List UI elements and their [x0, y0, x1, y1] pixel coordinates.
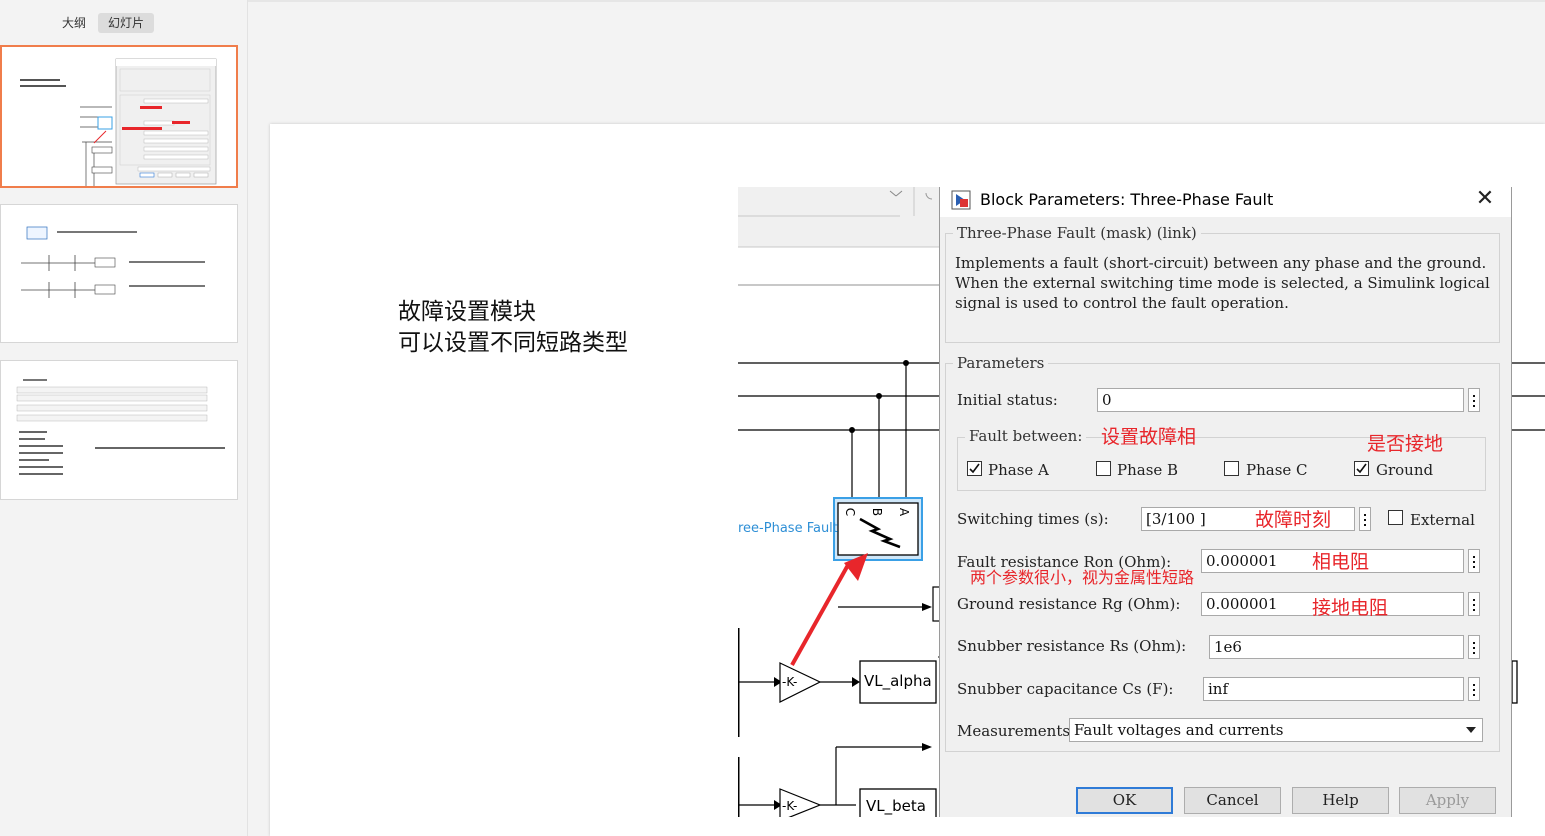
phase-b-checkbox[interactable]: [1096, 461, 1111, 476]
slide-thumbnail-2[interactable]: [0, 204, 238, 343]
ground-checkbox[interactable]: [1354, 461, 1369, 476]
gain-label-1: -K-: [782, 675, 798, 689]
parameters-legend: Parameters: [953, 354, 1049, 372]
phase-a-label: Phase A: [988, 461, 1049, 479]
cancel-button[interactable]: Cancel: [1184, 787, 1281, 814]
annotation-small-params: 两个参数很小，视为金属性短路: [970, 568, 1195, 587]
phase-b-label: Phase B: [1117, 461, 1179, 479]
vl-beta-label: VL_beta: [866, 797, 926, 815]
fault-block-label: ree-Phase Fault: [738, 521, 838, 536]
initial-status-input[interactable]: 0: [1097, 388, 1464, 412]
slide-thumbnail-3[interactable]: [0, 360, 238, 500]
initial-status-label: Initial status:: [957, 391, 1058, 409]
slide-text-line-2[interactable]: 可以设置不同短路类型: [398, 323, 628, 357]
annotation-phase-resistance: 相电阻: [1312, 551, 1370, 573]
gain-label-2: -K-: [782, 799, 798, 813]
measurements-selected-value: Fault voltages and currents: [1074, 721, 1284, 739]
snubber-capacitance-label: Snubber capacitance Cs (F):: [957, 680, 1174, 698]
annotation-ground-resistance: 接地电阻: [1312, 597, 1389, 619]
phase-c-label: Phase C: [1246, 461, 1308, 479]
slides-panel: 大纲 幻灯片: [0, 0, 248, 836]
port-label-b: B: [870, 507, 885, 517]
tab-slides[interactable]: 幻灯片: [98, 13, 155, 33]
fault-between-label: Fault between:: [965, 427, 1087, 445]
simulink-window-edge: [1511, 187, 1545, 817]
mask-description-legend: Three-Phase Fault (mask) (link): [953, 224, 1201, 242]
fault-resistance-more-icon[interactable]: [1468, 549, 1480, 573]
ok-button[interactable]: OK: [1076, 787, 1173, 814]
measurements-label: Measurements: [957, 722, 1071, 740]
panel-tabs: 大纲 幻灯片: [0, 0, 247, 40]
ground-resistance-more-icon[interactable]: [1468, 592, 1480, 616]
simulink-edge-lines: [1511, 362, 1545, 704]
ground-label: Ground: [1376, 461, 1434, 479]
slide-thumbnail-2-preview: [21, 226, 205, 298]
snubber-capacitance-more-icon[interactable]: [1468, 677, 1480, 701]
annotation-grounded: 是否接地: [1367, 433, 1444, 455]
simulink-model-image: C B A ree-Phase Fault -K- VL_alpha -K- V…: [738, 187, 940, 817]
slide-canvas[interactable]: 故障设置模块 可以设置不同短路类型 C B A ree-Phase Fault …: [270, 124, 1545, 836]
switching-times-label: Switching times (s):: [957, 510, 1109, 528]
dialog-titlebar: Block Parameters: Three-Phase Fault ✕: [940, 187, 1511, 217]
annotation-fault-phase: 设置故障相: [1101, 426, 1197, 448]
slide-text-line-1[interactable]: 故障设置模块: [398, 292, 536, 326]
simulink-block-icon: [951, 190, 971, 210]
checkmark-icon: [1356, 463, 1367, 474]
port-label-c: C: [843, 507, 858, 517]
tab-outline[interactable]: 大纲: [52, 13, 96, 33]
switching-times-more-icon[interactable]: [1359, 507, 1371, 531]
simulink-diagram: [738, 187, 940, 817]
help-button[interactable]: Help: [1292, 787, 1389, 814]
phase-a-checkbox[interactable]: [967, 461, 982, 476]
dialog-title: Block Parameters: Three-Phase Fault: [980, 190, 1274, 209]
snubber-resistance-label: Snubber resistance Rs (Ohm):: [957, 637, 1187, 655]
chevron-down-icon: [1466, 727, 1476, 733]
checkmark-icon: [969, 463, 980, 474]
close-icon[interactable]: ✕: [1472, 187, 1498, 213]
ground-resistance-label: Ground resistance Rg (Ohm):: [957, 595, 1181, 613]
slide-thumbnail-1[interactable]: [0, 45, 238, 188]
initial-status-more-icon[interactable]: [1468, 388, 1480, 412]
apply-button[interactable]: Apply: [1399, 787, 1496, 814]
block-parameters-dialog: Block Parameters: Three-Phase Fault ✕ Th…: [939, 187, 1512, 817]
port-label-a: A: [897, 507, 912, 517]
snubber-resistance-input[interactable]: 1e6: [1209, 635, 1464, 659]
phase-c-checkbox[interactable]: [1224, 461, 1239, 476]
slide-thumbnail-3-preview: [16, 379, 225, 475]
external-label: External: [1410, 511, 1475, 529]
top-divider: [248, 0, 1545, 2]
mask-description-text: Implements a fault (short-circuit) betwe…: [955, 254, 1490, 312]
snubber-resistance-more-icon[interactable]: [1468, 635, 1480, 659]
slide-thumbnail-1-preview: [20, 58, 217, 186]
snubber-capacitance-input[interactable]: inf: [1203, 677, 1464, 701]
external-checkbox[interactable]: [1388, 510, 1403, 525]
measurements-select[interactable]: Fault voltages and currents: [1069, 718, 1483, 742]
annotation-fault-time: 故障时刻: [1255, 509, 1332, 531]
vl-alpha-label: VL_alpha: [864, 672, 932, 690]
